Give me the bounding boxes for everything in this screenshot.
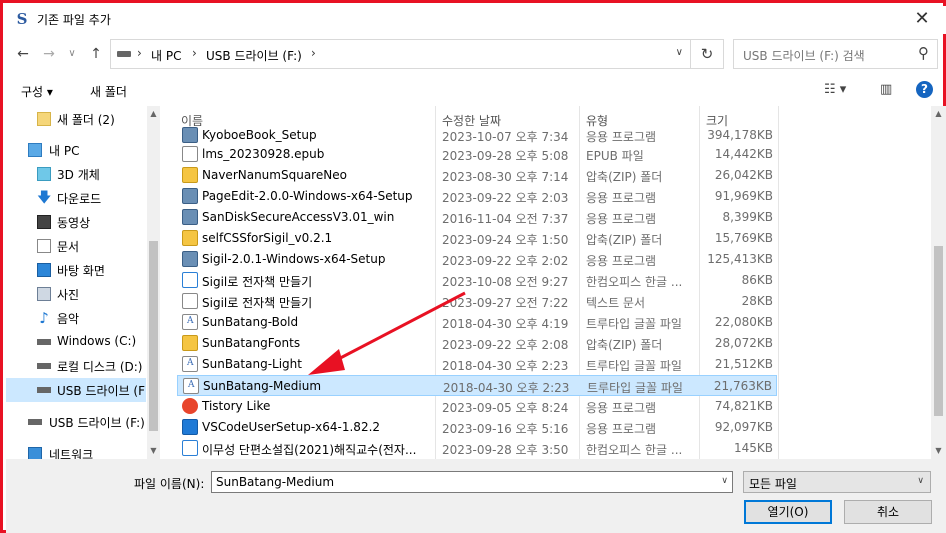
annotation-arrow-head <box>308 349 345 375</box>
annotation-arrow-line <box>324 291 466 368</box>
file-dialog-window: S 기존 파일 추가 ✕ ← → ∨ ↑ › 내 PC › USB 드라이브 (… <box>0 0 946 533</box>
annotation-arrow <box>308 291 466 375</box>
